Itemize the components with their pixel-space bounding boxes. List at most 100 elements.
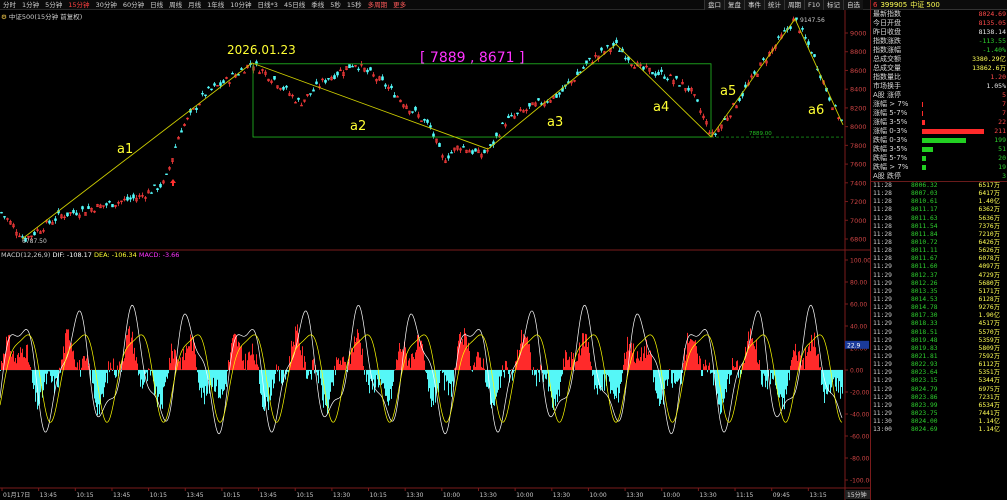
tick-vol: 7441万	[978, 409, 1000, 417]
tick-vol: 1.14亿	[978, 418, 1000, 426]
breadth-value: 19	[998, 163, 1006, 171]
time-tick-label: 13:30	[479, 492, 496, 499]
y-tick-label: 6800	[850, 236, 867, 244]
candle-body	[0, 211, 3, 214]
tick-direction	[1001, 206, 1007, 214]
candle-body	[309, 93, 312, 95]
tick-direction	[1001, 304, 1007, 312]
breadth-bar	[922, 138, 966, 143]
breadth-bar	[922, 165, 926, 170]
quote-label: 总成交量	[873, 64, 901, 72]
panel-index-name: 中证 500	[910, 0, 940, 9]
y-tick-label: 8200	[850, 104, 867, 112]
candle-body	[753, 71, 756, 74]
candle-body	[156, 188, 159, 190]
candle-body	[273, 76, 276, 80]
tick-time: 11:28	[873, 238, 892, 246]
candle-body	[243, 72, 246, 74]
candle-body	[600, 47, 603, 51]
tick-vol: 7376万	[978, 222, 1000, 230]
candle-body	[678, 85, 681, 87]
candle-body	[153, 184, 156, 186]
candle-body	[807, 41, 810, 45]
tick-row: 11:28 8011.17 6362万	[871, 206, 1007, 214]
candle-body	[357, 68, 360, 71]
macd-header-part: MACD: -3.66	[137, 251, 180, 259]
breadth-label: A股 跌停	[873, 172, 902, 180]
tick-price: 8007.03	[911, 190, 938, 198]
breadth-row: 涨幅 3-5% 22	[871, 118, 1007, 127]
tick-row: 11:29 8022.93 6112万	[871, 361, 1007, 369]
tick-direction	[1001, 182, 1007, 190]
macd-tick-label: 0.00	[850, 368, 864, 375]
breadth-row: 跌幅 0-3% 199	[871, 136, 1007, 145]
candle-body	[663, 76, 666, 79]
time-tick-label: 10:00	[663, 492, 680, 499]
breadth-bar	[922, 111, 923, 116]
tick-time: 11:29	[873, 304, 892, 312]
tick-price: 8011.17	[911, 206, 938, 214]
breadth-label: 涨幅 0-3%	[873, 127, 908, 135]
tick-price: 8014.53	[911, 295, 938, 303]
candle-body	[495, 132, 498, 137]
candle-body	[528, 103, 531, 107]
tick-time: 11:29	[873, 369, 892, 377]
quote-label: 指数涨幅	[873, 46, 901, 54]
tick-direction	[1001, 394, 1007, 402]
tick-direction	[1001, 296, 1007, 304]
tick-row: 11:29 8012.26 5680万	[871, 280, 1007, 288]
chart-canvas[interactable]: 9000 8800 8600 8400 8200 8000 7800 7600 7400 7200…	[0, 0, 870, 500]
breadth-value: 51	[998, 145, 1006, 153]
candle-body	[390, 85, 393, 89]
tick-direction	[1001, 280, 1007, 288]
breadth-bar	[922, 156, 926, 161]
quote-row: 昨日收盘 8138.14	[871, 28, 1007, 37]
candle-body	[75, 212, 78, 216]
quote-label: 最新指数	[873, 10, 901, 18]
tick-price: 8024.79	[911, 385, 938, 393]
candle-body	[213, 83, 216, 86]
tick-price: 8021.81	[911, 352, 938, 360]
candle-body	[618, 50, 621, 52]
candle-body	[462, 146, 465, 148]
candle-body	[324, 80, 327, 83]
tick-time: 11:29	[873, 312, 892, 320]
breadth-label: 跌幅 > 7%	[873, 163, 909, 171]
breadth-label: A股 涨停	[873, 91, 902, 99]
time-tick-label: 10:15	[223, 492, 240, 499]
tick-direction	[1001, 312, 1007, 320]
tick-time: 11:29	[873, 287, 892, 295]
candle-body	[312, 89, 315, 92]
candle-body	[429, 125, 432, 128]
tick-time: 13:00	[873, 426, 892, 434]
tick-time: 11:29	[873, 393, 892, 401]
breadth-row: 跌幅 > 7% 19	[871, 163, 1007, 172]
candle-body	[333, 75, 336, 79]
candle-body	[651, 72, 654, 75]
time-tick-label: 13:45	[113, 492, 130, 499]
tick-time: 11:28	[873, 198, 892, 206]
candle-body	[87, 206, 90, 209]
wave-label: a6	[808, 103, 824, 118]
candle-body	[210, 88, 213, 91]
candle-body	[81, 206, 84, 210]
tick-vol: 6517万	[978, 182, 1000, 189]
candle-body	[714, 133, 717, 136]
y-tick-label: 9000	[850, 30, 867, 38]
tick-list[interactable]: 11:28 8006.32 6517万 11:28 8007.03 6417万 11:28 8…	[871, 182, 1007, 434]
candle-body	[222, 80, 225, 84]
index-code: 399905	[880, 0, 908, 9]
breadth-label: 涨幅 > 7%	[873, 100, 909, 108]
time-tick-label: 10:00	[443, 492, 460, 499]
tick-direction	[1001, 418, 1007, 426]
breadth-label: 跌幅 0-3%	[873, 136, 908, 144]
tick-row: 11:29 8019.83 5809万	[871, 345, 1007, 353]
candle-body	[576, 71, 579, 75]
candle-body	[432, 133, 435, 137]
tick-price: 8023.99	[911, 401, 938, 409]
candle-body	[423, 119, 426, 121]
date-annotation: 2026.01.23	[227, 43, 296, 57]
candle-body	[438, 143, 441, 147]
candle-body	[501, 122, 504, 125]
candle-body	[783, 30, 786, 32]
